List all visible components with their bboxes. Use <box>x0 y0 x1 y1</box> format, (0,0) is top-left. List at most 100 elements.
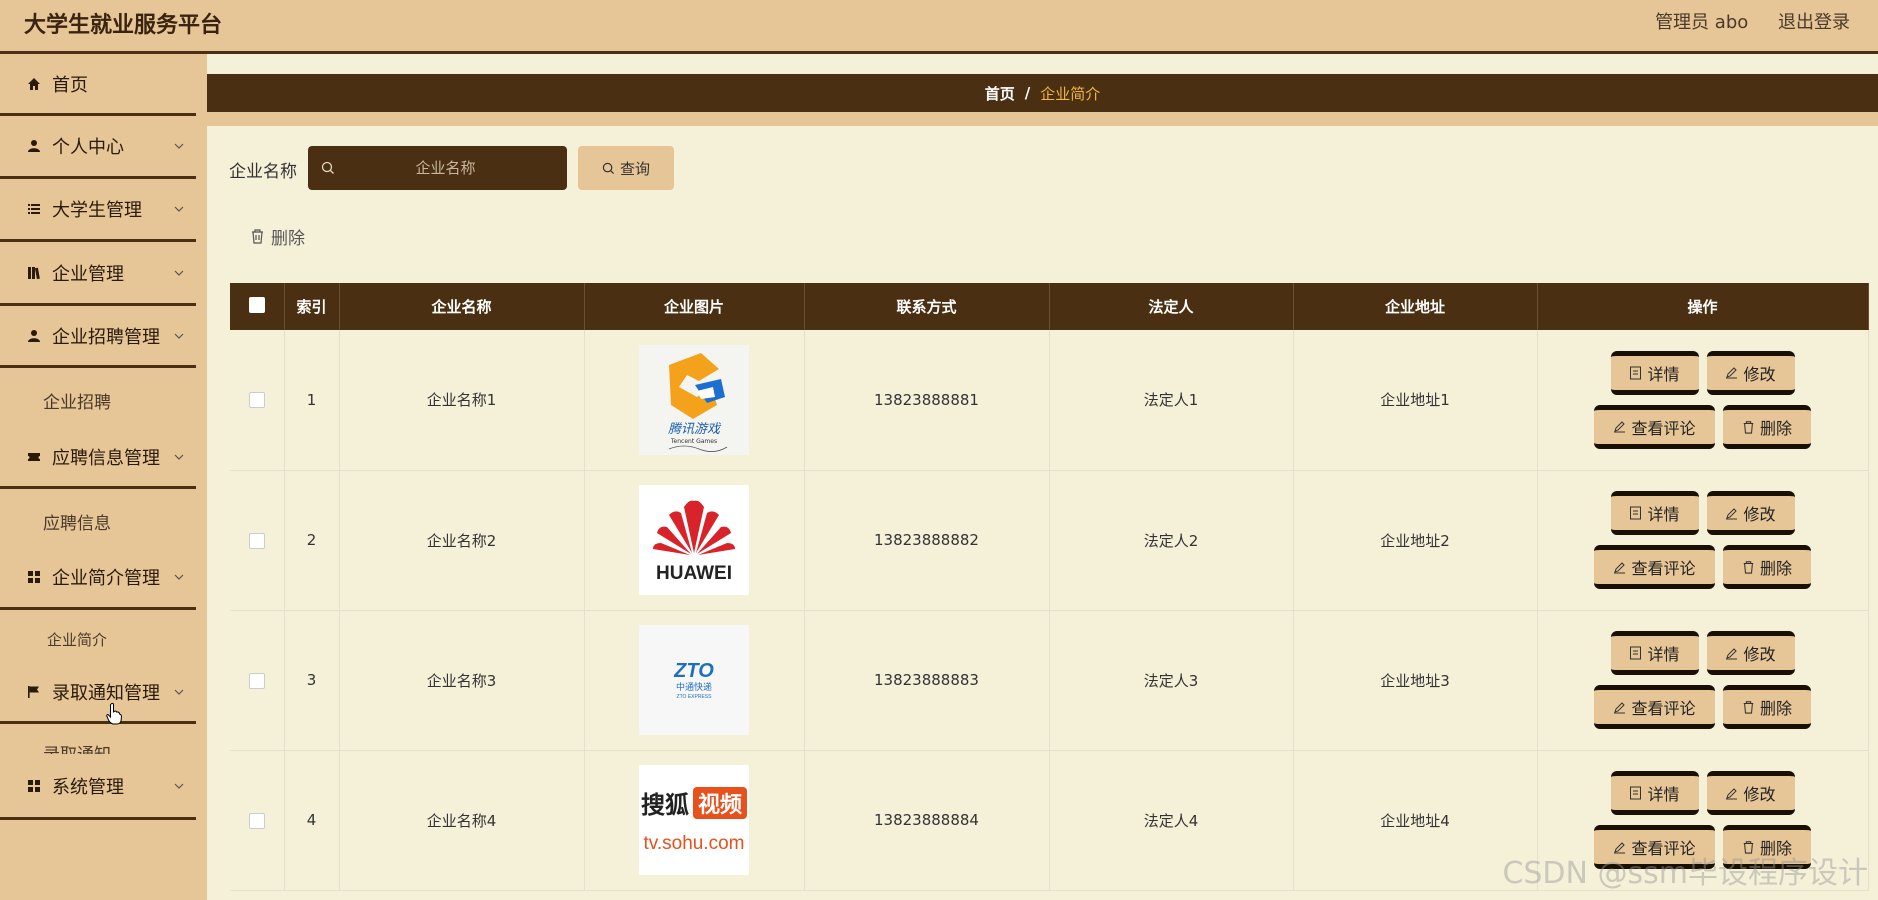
breadcrumb-underbar <box>207 112 1878 126</box>
search-icon <box>602 162 615 174</box>
detail-button[interactable]: 详情 <box>1610 631 1699 675</box>
column-header: 企业图片 <box>584 283 805 330</box>
breadcrumb-current: 企业简介 <box>1040 84 1101 103</box>
sidebar-item-home[interactable]: 首页 <box>0 54 196 116</box>
sidebar-subitem-profile[interactable]: 企业简介 <box>0 629 196 650</box>
company-name-cell: 企业名称2 <box>339 470 585 611</box>
address-cell: 企业地址3 <box>1293 610 1538 751</box>
sidebar-item-student-mgmt[interactable]: 大学生管理 <box>0 179 196 242</box>
column-header: 企业地址 <box>1293 283 1538 330</box>
column-header: 法定人 <box>1049 283 1294 330</box>
delete-button[interactable]: 删除 <box>1723 404 1811 449</box>
svg-text:搜狐: 搜狐 <box>641 791 689 819</box>
top-header: 大学生就业服务平台 管理员 abo 退出登录 <box>0 0 1878 54</box>
legal-person-cell: 法定人4 <box>1049 750 1294 891</box>
document-icon <box>1630 786 1642 800</box>
phone-cell: 13823888884 <box>804 750 1050 891</box>
detail-button[interactable]: 详情 <box>1610 350 1699 395</box>
sidebar-item-company-mgmt[interactable]: 企业管理 <box>0 242 196 306</box>
edit-icon <box>1726 367 1738 379</box>
sidebar-item-recruit-mgmt[interactable]: 企业招聘管理 <box>0 306 196 368</box>
svg-text:视频: 视频 <box>698 792 742 818</box>
sidebar-item-label: 录取通知管理 <box>52 682 160 704</box>
edit-button[interactable]: 修改 <box>1706 491 1795 535</box>
svg-text:ZTO: ZTO <box>673 660 714 682</box>
logout-link[interactable]: 退出登录 <box>1778 12 1850 33</box>
sidebar-item-application-mgmt[interactable]: 应聘信息管理 <box>0 427 196 489</box>
svg-text:中通快递: 中通快递 <box>676 681 712 693</box>
query-button[interactable]: 查询 <box>578 146 674 190</box>
legal-person-cell: 法定人2 <box>1049 470 1294 611</box>
edit-icon <box>1614 421 1626 433</box>
address-cell: 企业地址1 <box>1293 330 1538 471</box>
company-logo-cell: ZTO 中通快递 ZTO EXPRESS <box>584 610 805 751</box>
edit-icon <box>1726 647 1738 659</box>
sidebar-subitem-application[interactable]: 应聘信息 <box>0 509 196 534</box>
chevron-down-icon <box>174 454 184 460</box>
svg-text:腾讯游戏: 腾讯游戏 <box>668 422 722 437</box>
edit-button[interactable]: 修改 <box>1706 350 1795 395</box>
sidebar-item-label: 首页 <box>52 74 88 96</box>
sidebar-item-profile-mgmt[interactable]: 企业简介管理 <box>0 547 196 610</box>
edit-button[interactable]: 修改 <box>1706 771 1795 815</box>
view-comments-button[interactable]: 查看评论 <box>1594 404 1715 449</box>
book-icon <box>26 265 42 281</box>
grid-icon <box>26 778 42 794</box>
sidebar-item-system-mgmt[interactable]: 系统管理 <box>0 754 196 820</box>
index-cell: 1 <box>284 330 340 471</box>
sohu-video-logo: 搜狐 视频 tv.sohu.com <box>639 765 749 875</box>
select-all-header <box>230 283 285 330</box>
edit-button[interactable]: 修改 <box>1706 631 1795 675</box>
view-comments-button[interactable]: 查看评论 <box>1594 545 1715 589</box>
user-icon <box>26 328 42 344</box>
row-checkbox[interactable] <box>248 392 265 409</box>
bulk-delete-button[interactable]: 删除 <box>250 224 305 249</box>
delete-button[interactable]: 删除 <box>1723 685 1811 729</box>
watermark: CSDN @ssm毕设程序设计 <box>1502 856 1868 891</box>
chevron-down-icon <box>174 270 184 276</box>
operations-cell: 详情 修改 查看评论 删除 <box>1537 470 1869 611</box>
table-row: 2 企业名称2 HUAWEI 13823888882 法定人2 企业地址2 详情… <box>230 470 1869 611</box>
breadcrumb: 首页 / 企业简介 <box>207 74 1878 112</box>
table-row: 3 企业名称3 ZTO 中通快递 ZTO EXPRESS 13823888883… <box>230 610 1869 751</box>
sidebar-item-label: 企业管理 <box>52 263 124 285</box>
chevron-down-icon <box>174 783 184 789</box>
sidebar-subitem-recruit[interactable]: 企业招聘 <box>0 388 196 413</box>
chevron-down-icon <box>174 689 184 695</box>
detail-button[interactable]: 详情 <box>1610 771 1699 815</box>
trash-icon <box>1743 701 1754 714</box>
row-checkbox-cell <box>230 330 285 471</box>
phone-cell: 13823888882 <box>804 470 1050 611</box>
index-cell: 2 <box>284 470 340 611</box>
search-icon <box>321 161 334 174</box>
operations-cell: 详情 修改 查看评论 删除 <box>1537 330 1869 471</box>
sidebar-item-label: 企业招聘管理 <box>52 326 160 348</box>
view-comments-button[interactable]: 查看评论 <box>1594 685 1715 729</box>
detail-button[interactable]: 详情 <box>1610 491 1699 535</box>
svg-text:HUAWEI: HUAWEI <box>656 563 732 584</box>
company-name-search-input[interactable] <box>338 146 553 190</box>
breadcrumb-home[interactable]: 首页 <box>985 83 1015 104</box>
row-checkbox-cell <box>230 610 285 751</box>
row-checkbox[interactable] <box>248 532 265 549</box>
column-header: 企业名称 <box>339 283 585 330</box>
company-profile-table: 索引 企业名称 企业图片 联系方式 法定人 企业地址 操作 1 企业名称1 腾讯… <box>230 283 1869 891</box>
sidebar-item-label: 大学生管理 <box>52 200 142 221</box>
row-checkbox[interactable] <box>248 812 265 829</box>
company-logo-cell: HUAWEI <box>584 470 805 611</box>
row-checkbox-cell <box>230 750 285 891</box>
sidebar-item-personal-center[interactable]: 个人中心 <box>0 116 196 179</box>
select-all-checkbox[interactable] <box>248 296 265 313</box>
company-logo-cell: 腾讯游戏 Tencent Games <box>584 330 805 471</box>
table-header-row: 索引 企业名称 企业图片 联系方式 法定人 企业地址 操作 <box>230 283 1869 330</box>
company-name-cell: 企业名称1 <box>339 330 585 471</box>
document-icon <box>1630 506 1642 520</box>
company-name-cell: 企业名称3 <box>339 610 585 751</box>
sidebar-subitem-offer[interactable]: 录取通知 <box>0 742 196 754</box>
phone-cell: 13823888881 <box>804 330 1050 471</box>
sidebar-item-offer-mgmt[interactable]: 录取通知管理 <box>0 662 196 724</box>
row-checkbox[interactable] <box>248 672 265 689</box>
delete-button[interactable]: 删除 <box>1723 545 1811 589</box>
chevron-down-icon <box>174 143 184 149</box>
legal-person-cell: 法定人1 <box>1049 330 1294 471</box>
